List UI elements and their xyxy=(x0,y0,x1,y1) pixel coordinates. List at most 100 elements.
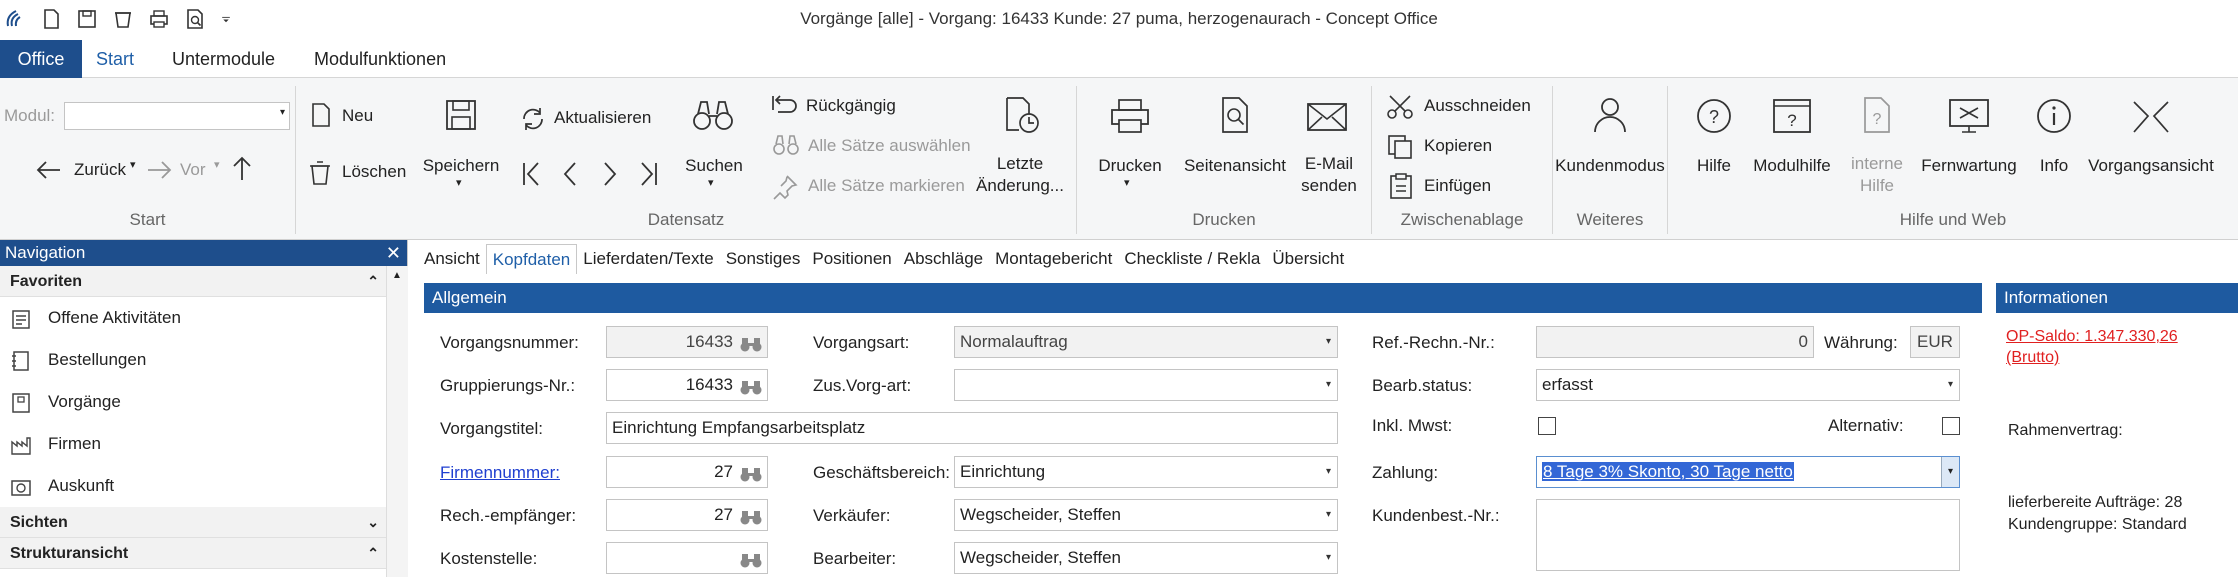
vorgangsnummer-field[interactable]: 16433 xyxy=(606,326,768,358)
save-button[interactable]: Speichern xyxy=(420,156,502,176)
tab-abschlaege[interactable]: Abschläge xyxy=(898,244,989,274)
help-button[interactable]: Hilfe xyxy=(1680,156,1748,176)
dropdown-arrow-icon[interactable]: ▾ xyxy=(1326,370,1331,400)
waehrung-field[interactable]: EUR xyxy=(1910,326,1960,358)
tab-start[interactable]: Start xyxy=(96,40,134,78)
module-help-icon[interactable]: ? xyxy=(1772,98,1812,134)
zahlung-select[interactable]: 8 Tage 3% Skonto, 30 Tage netto ▾ xyxy=(1536,456,1960,488)
email-icon[interactable] xyxy=(1306,102,1348,132)
remote-support-button[interactable]: Fernwartung xyxy=(1916,156,2022,176)
binoculars-icon[interactable] xyxy=(739,376,763,400)
email-label-2[interactable]: senden xyxy=(1294,176,1364,196)
dropdown-arrow-icon[interactable]: ▾ xyxy=(1948,370,1953,400)
refresh-icon[interactable] xyxy=(520,106,546,132)
chevron-up-icon[interactable]: ⌃ xyxy=(367,266,379,297)
bearbeiter-select[interactable]: Wegscheider, Steffen ▾ xyxy=(954,542,1338,574)
module-help-button[interactable]: Modulhilfe xyxy=(1746,156,1838,176)
modul-select[interactable]: ▾ xyxy=(64,102,290,130)
page-preview-icon[interactable] xyxy=(1220,96,1250,134)
tab-office[interactable]: Office xyxy=(0,40,82,78)
chevron-up-icon[interactable]: ⌃ xyxy=(367,538,379,569)
undo-icon[interactable] xyxy=(770,94,798,118)
next-record-icon[interactable] xyxy=(600,160,620,188)
info-icon[interactable] xyxy=(2036,98,2072,134)
last-record-icon[interactable] xyxy=(638,160,660,188)
search-dropdown-icon[interactable]: ▾ xyxy=(708,176,714,189)
save-dropdown-icon[interactable]: ▾ xyxy=(456,176,462,189)
kundenbest-field[interactable] xyxy=(1536,499,1960,571)
dropdown-arrow-icon[interactable]: ▾ xyxy=(1941,457,1959,487)
tab-sonstiges[interactable]: Sonstiges xyxy=(720,244,807,274)
help-icon[interactable]: ? xyxy=(1696,98,1732,134)
info-button[interactable]: Info xyxy=(2024,156,2084,176)
undo-button[interactable]: Rückgängig xyxy=(806,96,896,116)
transaction-view-button[interactable]: Vorgangsansicht xyxy=(2086,156,2216,176)
binoculars-icon[interactable] xyxy=(739,463,763,487)
op-saldo-link-line1[interactable]: OP-Saldo: 1.347.330,26 xyxy=(2006,328,2178,346)
cut-button[interactable]: Ausschneiden xyxy=(1424,96,1531,116)
alternativ-checkbox[interactable] xyxy=(1942,417,1960,435)
binoculars-icon[interactable] xyxy=(739,333,763,357)
new-button[interactable]: Neu xyxy=(342,106,373,126)
remote-support-icon[interactable] xyxy=(1948,98,1990,134)
tab-lieferdaten[interactable]: Lieferdaten/Texte xyxy=(577,244,719,274)
dropdown-arrow-icon[interactable]: ▾ xyxy=(1326,457,1331,487)
chevron-down-icon[interactable]: ⌄ xyxy=(367,507,379,538)
delete-record-icon[interactable] xyxy=(308,160,332,186)
save-large-icon[interactable] xyxy=(444,98,478,132)
back-dropdown-icon[interactable]: ▾ xyxy=(130,158,136,171)
back-button[interactable]: Zurück xyxy=(74,160,126,180)
firmennummer-link[interactable]: Firmennummer: xyxy=(440,463,560,483)
inklmwst-checkbox[interactable] xyxy=(1538,417,1556,435)
refrechn-field[interactable]: 0 xyxy=(1536,326,1814,358)
dropdown-arrow-icon[interactable]: ▾ xyxy=(1326,500,1331,530)
binoculars-icon[interactable] xyxy=(739,506,763,530)
print-large-icon[interactable] xyxy=(1110,98,1150,134)
rechempf-field[interactable]: 27 xyxy=(606,499,768,531)
firmennummer-field[interactable]: 27 xyxy=(606,456,768,488)
customer-mode-button[interactable]: Kundenmodus xyxy=(1553,156,1667,176)
delete-button[interactable]: Löschen xyxy=(342,162,406,182)
nav-section-sichten[interactable]: Sichten ⌄ xyxy=(0,507,407,538)
dropdown-arrow-icon[interactable]: ▾ xyxy=(1326,543,1331,573)
tab-untermodule[interactable]: Untermodule xyxy=(172,40,275,78)
transaction-view-icon[interactable] xyxy=(2130,98,2172,136)
tab-kopfdaten[interactable]: Kopfdaten xyxy=(485,244,578,274)
last-change-label-2[interactable]: Änderung... xyxy=(970,176,1070,196)
nav-scrollbar[interactable]: ▲ xyxy=(386,266,408,577)
last-change-label-1[interactable]: Letzte xyxy=(970,154,1070,174)
kostenstelle-field[interactable] xyxy=(606,542,768,574)
copy-icon[interactable] xyxy=(1386,134,1414,160)
geschaeftsbereich-select[interactable]: Einrichtung ▾ xyxy=(954,456,1338,488)
tab-uebersicht[interactable]: Übersicht xyxy=(1266,244,1350,274)
new-icon[interactable] xyxy=(310,102,332,128)
arrow-up-icon[interactable] xyxy=(230,154,254,182)
last-change-icon[interactable] xyxy=(1004,96,1040,134)
email-label-1[interactable]: E-Mail xyxy=(1294,154,1364,174)
binoculars-icon[interactable] xyxy=(739,549,763,573)
print-dropdown-icon[interactable]: ▾ xyxy=(1124,176,1130,189)
print-button[interactable]: Drucken xyxy=(1092,156,1168,176)
search-button[interactable]: Suchen xyxy=(680,156,748,176)
paste-button[interactable]: Einfügen xyxy=(1424,176,1491,196)
arrow-right-icon[interactable] xyxy=(146,158,174,182)
copy-button[interactable]: Kopieren xyxy=(1424,136,1492,156)
nav-item-firmen[interactable]: Firmen xyxy=(0,423,407,465)
nav-item-auskunft[interactable]: Auskunft xyxy=(0,465,407,507)
nav-item-vorgaenge[interactable]: Vorgänge xyxy=(0,381,407,423)
tab-checkliste[interactable]: Checkliste / Rekla xyxy=(1118,244,1266,274)
tab-modulfunktionen[interactable]: Modulfunktionen xyxy=(314,40,446,78)
nav-section-favoriten[interactable]: Favoriten ⌃ xyxy=(0,266,407,297)
nav-item-bestellungen[interactable]: Bestellungen xyxy=(0,339,407,381)
nav-item-offene-aktivitaeten[interactable]: Offene Aktivitäten xyxy=(0,297,407,339)
close-icon[interactable]: ✕ xyxy=(386,240,401,266)
forward-dropdown-icon[interactable]: ▾ xyxy=(214,158,220,171)
prev-record-icon[interactable] xyxy=(560,160,580,188)
tab-montagebericht[interactable]: Montagebericht xyxy=(989,244,1118,274)
op-saldo-link-line2[interactable]: (Brutto) xyxy=(2006,349,2059,367)
nav-section-strukturansicht[interactable]: Strukturansicht ⌃ xyxy=(0,538,407,569)
vorgangstitel-field[interactable]: Einrichtung Empfangsarbeitsplatz xyxy=(606,412,1338,444)
zusvorgart-select[interactable]: ▾ xyxy=(954,369,1338,401)
first-record-icon[interactable] xyxy=(520,160,542,188)
tab-ansicht[interactable]: Ansicht xyxy=(418,244,486,274)
